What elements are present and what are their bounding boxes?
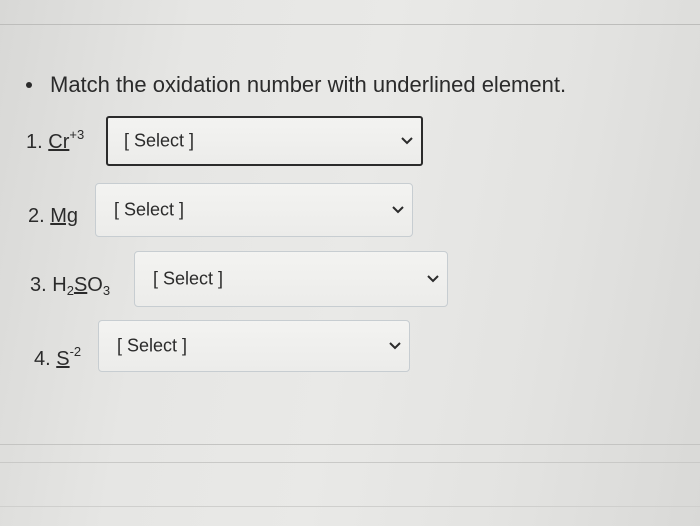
question-4: 4. S-2 [34,344,81,371]
top-divider [0,24,700,25]
instruction: Match the oxidation number with underlin… [22,72,566,98]
question-2: 2. Mg [28,205,78,228]
select-value: [ Select ] [117,335,188,356]
question-4-label: 4. S-2 [34,344,82,370]
chevron-down-icon [401,137,413,145]
question-3-select[interactable]: [ Select ] [134,251,448,307]
underlined-element: S [56,348,70,370]
chevron-down-icon [389,342,401,350]
underlined-element: Cr [48,131,70,153]
underlined-element: S [73,274,88,296]
select-value: [ Select ] [124,130,195,151]
question-3-label: 3. H2SO3 [30,274,111,298]
select-value: [ Select ] [114,199,185,220]
underlined-element: Mg [50,205,79,227]
bottom-divider [0,462,700,463]
question-1: 1. Cr+3 [26,127,84,154]
question-1-label: 1. Cr+3 [26,127,85,153]
chevron-down-icon [392,206,404,214]
question-1-select[interactable]: [ Select ] [106,116,423,166]
question-2-label: 2. Mg [28,205,79,227]
question-3: 3. H2SO3 [30,274,110,298]
bottom-divider [0,444,700,445]
instruction-text: Match the oxidation number with underlin… [50,72,567,97]
question-4-select[interactable]: [ Select ] [98,320,410,372]
chevron-down-icon [427,275,439,283]
bullet-icon [26,82,32,88]
question-2-select[interactable]: [ Select ] [95,183,413,237]
bottom-divider [0,506,700,507]
select-value: [ Select ] [153,268,224,289]
